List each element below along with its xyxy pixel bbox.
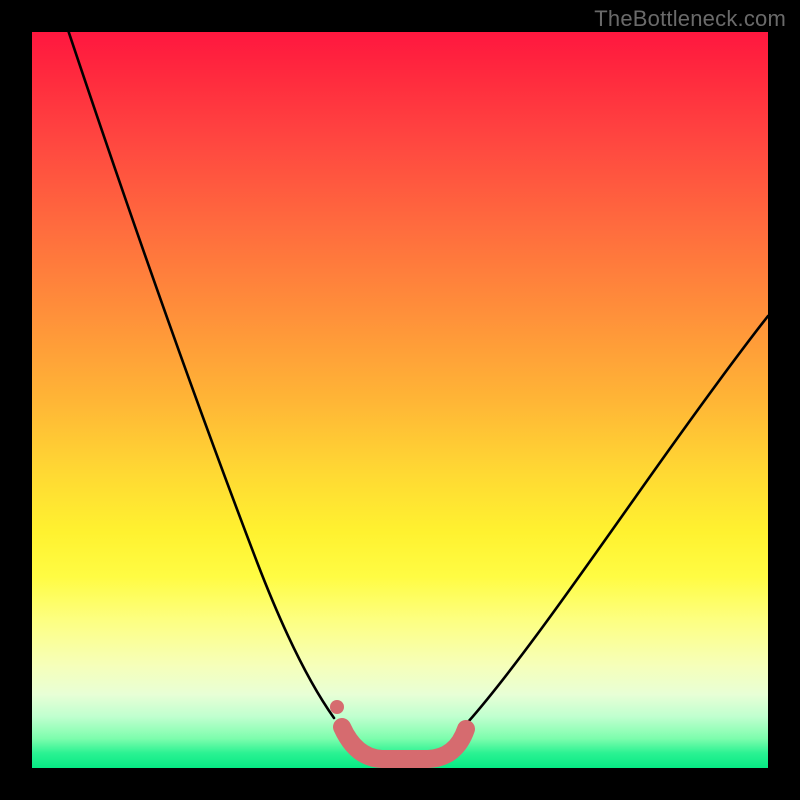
bottleneck-curve-svg bbox=[32, 32, 768, 768]
valley-start-dot bbox=[330, 700, 344, 714]
valley-marker bbox=[342, 727, 466, 759]
curve-right-branch bbox=[468, 316, 768, 722]
chart-frame: TheBottleneck.com bbox=[0, 0, 800, 800]
curve-left-branch bbox=[62, 32, 334, 718]
watermark-text: TheBottleneck.com bbox=[594, 6, 786, 32]
chart-plot-area bbox=[32, 32, 768, 768]
